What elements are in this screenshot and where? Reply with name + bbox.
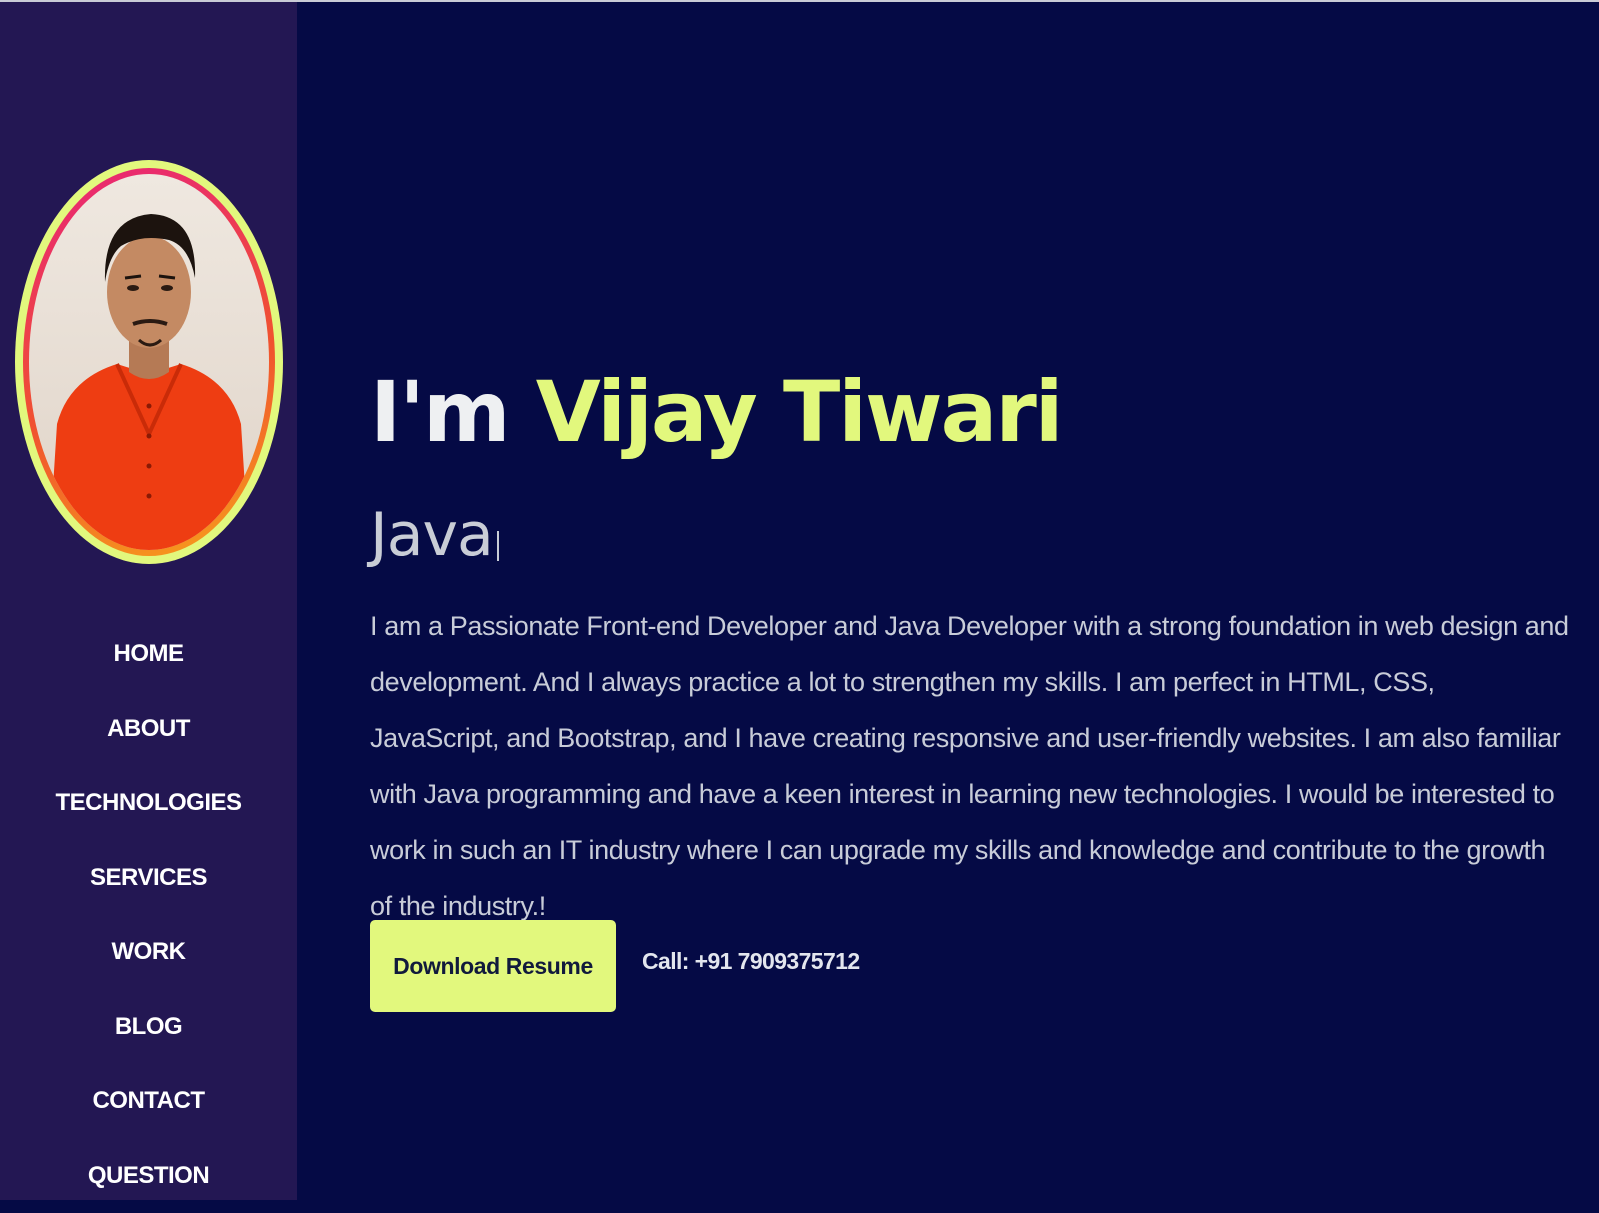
nav-item-work[interactable]: WORK <box>0 915 297 990</box>
call-link[interactable]: Call: +91 7909375712 <box>642 948 860 975</box>
hero-heading: I'm Vijay Tiwari <box>370 362 1062 462</box>
hero-bio: I am a Passionate Front-end Developer an… <box>370 598 1570 934</box>
hero-role-text: Java <box>370 500 493 570</box>
nav-item-question[interactable]: QUESTION <box>0 1139 297 1213</box>
person-illustration <box>29 174 269 550</box>
sidebar-nav: HOME ABOUT TECHNOLOGIES SERVICES WORK BL… <box>0 617 297 1213</box>
sidebar: HOME ABOUT TECHNOLOGIES SERVICES WORK BL… <box>0 2 297 1200</box>
avatar-photo <box>29 174 269 550</box>
nav-item-blog[interactable]: BLOG <box>0 990 297 1065</box>
hero-role: Java <box>370 495 499 575</box>
nav-item-contact[interactable]: CONTACT <box>0 1064 297 1139</box>
hero-name: Vijay Tiwari <box>536 363 1062 461</box>
hero-greeting: I'm <box>370 363 509 461</box>
typing-cursor <box>497 531 499 561</box>
nav-item-technologies[interactable]: TECHNOLOGIES <box>0 766 297 841</box>
avatar <box>15 160 283 564</box>
nav-item-services[interactable]: SERVICES <box>0 841 297 916</box>
hero-section: I'm Vijay Tiwari Java I am a Passionate … <box>297 2 1599 1200</box>
avatar-gradient-ring <box>23 168 275 556</box>
download-resume-button[interactable]: Download Resume <box>370 920 616 1012</box>
nav-item-about[interactable]: ABOUT <box>0 692 297 767</box>
nav-item-home[interactable]: HOME <box>0 617 297 692</box>
